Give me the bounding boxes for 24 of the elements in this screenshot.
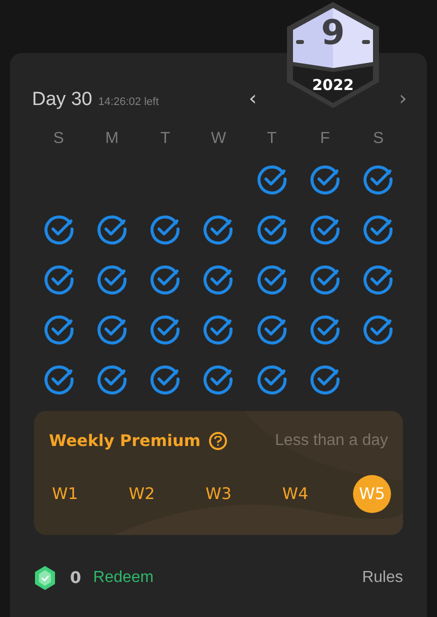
week-tab[interactable]: W1: [46, 474, 84, 512]
week-tab[interactable]: W3: [200, 474, 238, 512]
redeem-link[interactable]: Redeem: [93, 566, 154, 590]
premium-title: Weekly Premium: [49, 430, 201, 452]
badge-number: 9: [321, 16, 345, 50]
week-tab[interactable]: W4: [276, 474, 314, 512]
rules-link[interactable]: Rules: [362, 566, 403, 590]
hexagon-check-icon: [34, 564, 56, 590]
next-button[interactable]: ›: [399, 83, 407, 113]
weekday-label: T: [159, 128, 172, 148]
weekday-label: S: [372, 128, 385, 148]
badge-year: 2022: [312, 78, 354, 93]
weekday-label: F: [319, 128, 331, 148]
help-icon[interactable]: [208, 432, 227, 450]
weekday-label: M: [104, 128, 120, 148]
weekday-label: T: [266, 128, 278, 148]
weekday-label: S: [52, 128, 65, 148]
week-tab[interactable]: W2: [122, 474, 161, 512]
day-title: Day 30: [32, 88, 92, 112]
weekday-label: W: [210, 128, 228, 148]
countdown: 14:26:02 left: [98, 95, 159, 110]
points-count: 0: [70, 566, 82, 588]
remaining-time: Less than a day: [275, 430, 388, 450]
previous-button[interactable]: ‹: [248, 83, 257, 113]
